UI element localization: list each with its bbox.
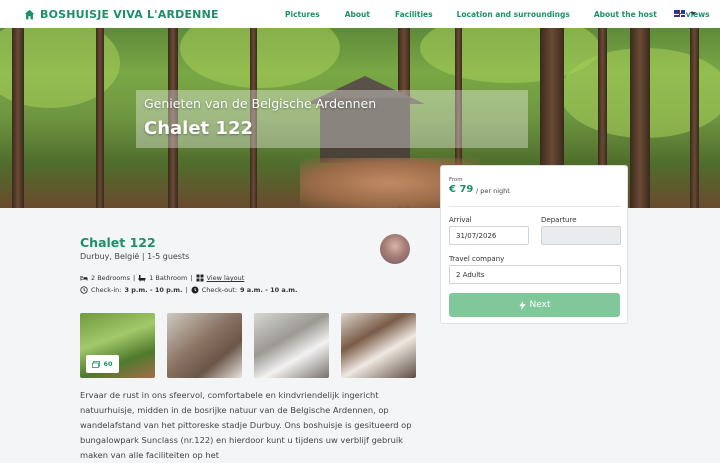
checkin-label: Check-in: <box>91 286 122 294</box>
main-nav: Pictures About Facilities Location and s… <box>285 0 710 28</box>
departure-label: Departure <box>541 216 577 224</box>
brand-name: BOSHUISJE VIVA L'ARDENNE <box>40 7 219 21</box>
grid-icon <box>196 274 204 282</box>
listing-location: Durbuy, België | 1-5 guests <box>80 252 190 261</box>
brand-link[interactable]: BOSHUISJE VIVA L'ARDENNE <box>24 8 219 21</box>
next-button[interactable]: Next <box>449 293 620 317</box>
checkout-label: Check-out: <box>201 286 238 294</box>
gallery-photo-forest[interactable]: 60 <box>80 313 155 378</box>
host-avatar[interactable] <box>380 234 410 264</box>
room-info: 2 Bedrooms | 1 Bathroom | View layout <box>80 274 244 282</box>
gallery-photo-living-room[interactable] <box>167 313 242 378</box>
nav-link-about[interactable]: About <box>345 10 370 19</box>
chevron-down-icon <box>690 12 696 15</box>
travel-company-select[interactable]: 2 Adults <box>449 265 621 284</box>
view-layout-link[interactable]: View layout <box>207 274 245 282</box>
bed-icon <box>80 276 88 281</box>
gallery-photo-bathroom[interactable] <box>254 313 329 378</box>
hero-subtitle: Genieten van de Belgische Ardennen <box>144 96 377 111</box>
uk-flag-icon <box>674 10 685 17</box>
next-button-label: Next <box>529 300 551 310</box>
travel-company-label: Travel company <box>449 255 505 263</box>
nav-link-facilities[interactable]: Facilities <box>395 10 433 19</box>
checkout-time: 9 a.m. - 10 a.m. <box>240 286 298 294</box>
arrival-label: Arrival <box>449 216 472 224</box>
hero-title: Chalet 122 <box>144 118 253 139</box>
images-icon <box>92 360 101 368</box>
language-selector[interactable] <box>674 10 696 17</box>
listing-title: Chalet 122 <box>80 235 156 250</box>
separator: | <box>190 274 193 282</box>
departure-date-input[interactable] <box>541 226 621 245</box>
check-times: Check-in: 3 p.m. - 10 p.m. | Check-out: … <box>80 286 298 294</box>
home-icon <box>24 9 35 19</box>
price-from-label: From <box>449 177 463 183</box>
listing-description: Ervaar de rust in ons sfeervol, comforta… <box>80 390 412 460</box>
separator: | <box>185 286 188 294</box>
gallery-photo-kitchen[interactable] <box>341 313 416 378</box>
booking-widget: From € 79 / per night Arrival 31/07/2026… <box>440 165 628 324</box>
photo-count: 60 <box>103 360 113 368</box>
separator: | <box>133 274 136 282</box>
checkin-time: 3 p.m. - 10 p.m. <box>124 286 183 294</box>
nav-link-pictures[interactable]: Pictures <box>285 10 320 19</box>
nav-link-about-host[interactable]: About the host <box>594 10 657 19</box>
arrival-date-input[interactable]: 31/07/2026 <box>449 226 529 245</box>
nav-link-location[interactable]: Location and surroundings <box>457 10 570 19</box>
lightning-icon <box>518 300 526 310</box>
bedrooms-count: 2 Bedrooms <box>91 274 130 282</box>
clock-filled-icon <box>191 286 199 294</box>
photo-count-badge[interactable]: 60 <box>86 355 119 373</box>
divider <box>449 206 621 207</box>
bath-icon <box>138 275 146 282</box>
photo-gallery: 60 <box>80 313 416 378</box>
price-per-night: / per night <box>476 187 510 195</box>
bathrooms-count: 1 Bathroom <box>149 274 188 282</box>
hero-caption-box: Genieten van de Belgische Ardennen Chale… <box>136 90 528 148</box>
top-navbar: BOSHUISJE VIVA L'ARDENNE Pictures About … <box>0 0 720 28</box>
clock-icon <box>80 286 88 294</box>
price-value: € 79 <box>449 184 474 195</box>
